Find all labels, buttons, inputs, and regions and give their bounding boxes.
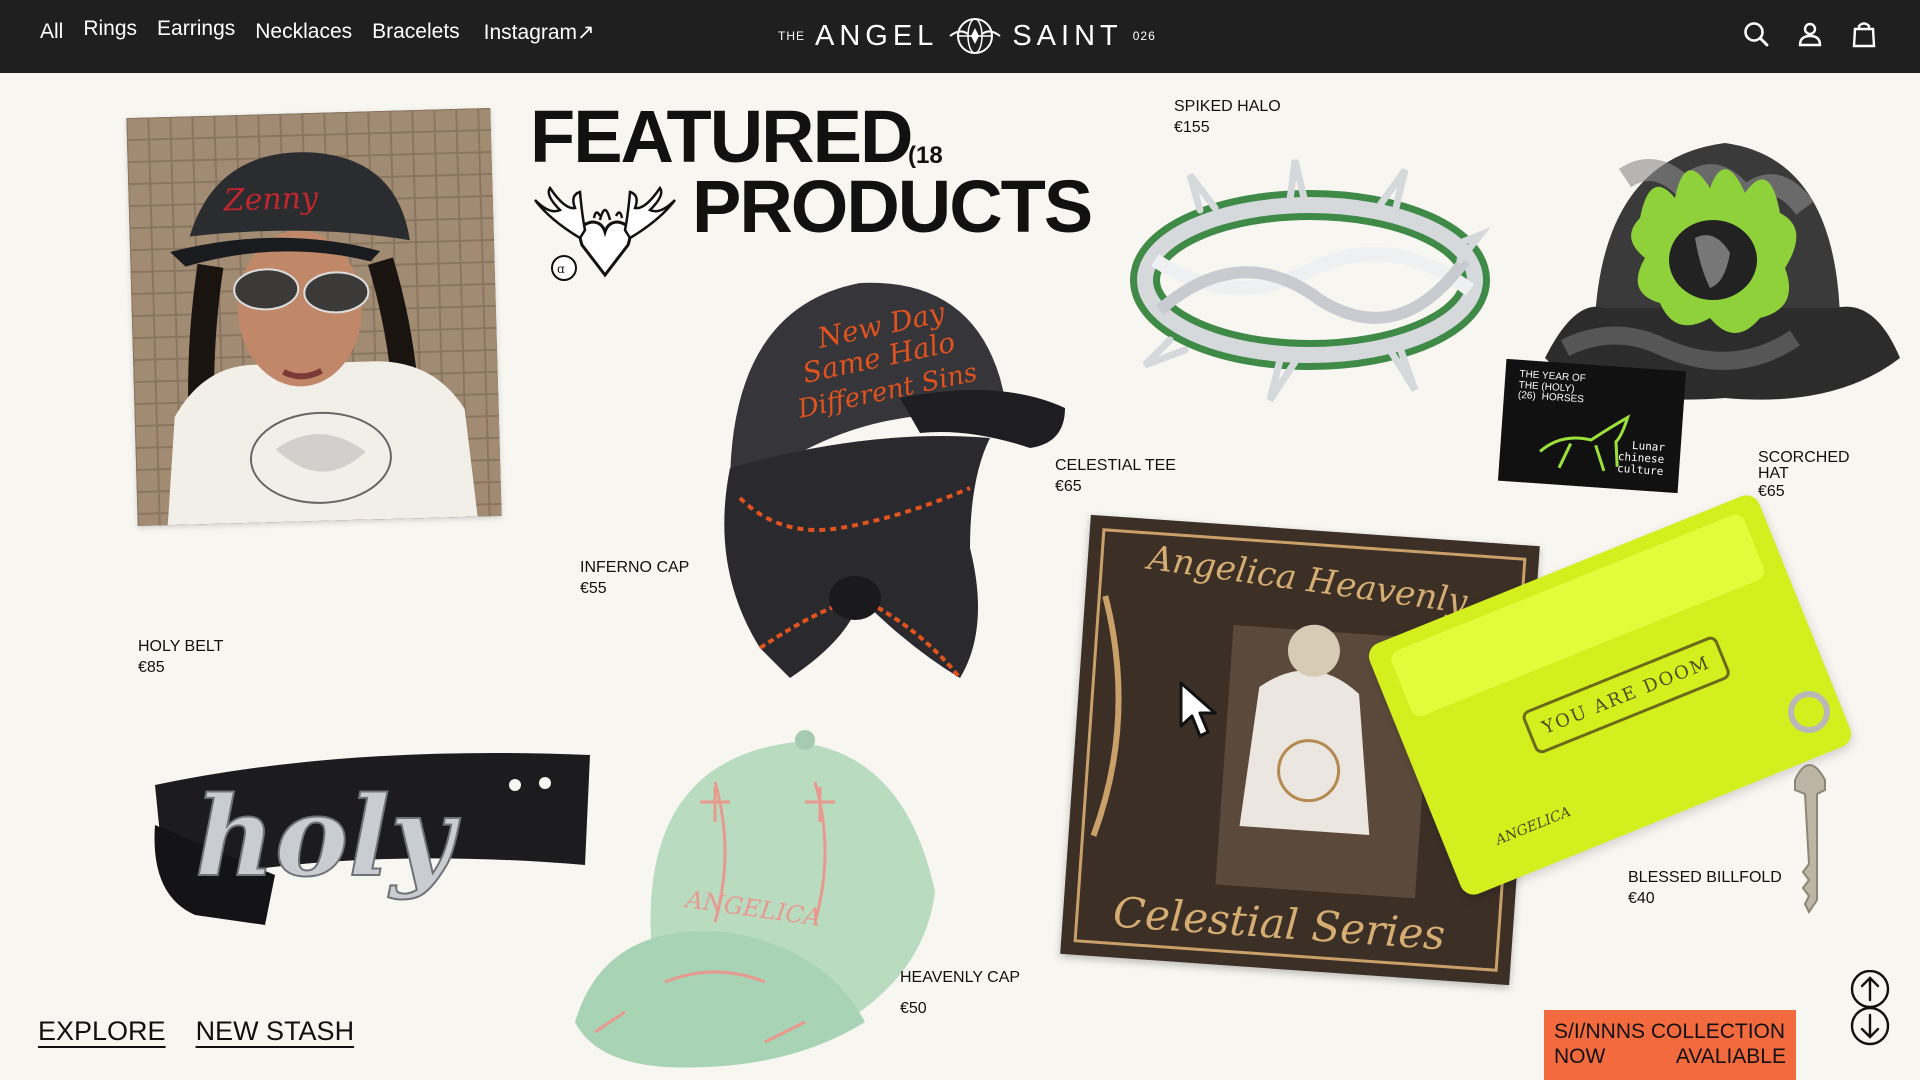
banner-line2b: AVALIABLE (1675, 1045, 1786, 1069)
brand-prefix: THE (778, 29, 805, 43)
product-price: €85 (138, 658, 165, 676)
product-name: HEAVENLY CAP (900, 969, 1021, 986)
product-name: BLESSED BILLFOLD (1628, 869, 1782, 886)
collection-banner[interactable]: S/I/NNNS COLLECTION NOW AVALIABLE (1544, 1010, 1796, 1080)
brand-suffix: 026 (1132, 29, 1156, 43)
product-price: €65 (1758, 483, 1785, 500)
product-name: INFERNO CAP (580, 559, 690, 576)
top-nav: All Rings Earrings Necklaces Bracelets I… (0, 0, 1920, 73)
scroll-controls (1850, 970, 1890, 1046)
bag-icon[interactable] (1850, 20, 1878, 48)
product-inferno-cap[interactable]: INFERNO CAP €55 (580, 558, 689, 600)
nav-link-instagram[interactable]: Instagram↗ (484, 20, 595, 45)
holy-belt-image[interactable]: holy (145, 725, 595, 930)
nav-links: All Rings Earrings Necklaces Bracelets I… (40, 17, 595, 45)
product-price: €65 (1055, 477, 1082, 495)
scroll-down-icon[interactable] (1850, 1006, 1890, 1046)
product-holy-belt[interactable]: HOLY BELT €85 (138, 637, 223, 679)
nav-link-necklaces[interactable]: Necklaces (255, 20, 352, 45)
product-name: HOLY BELT (138, 638, 224, 655)
featured-headline: FEATURED (18 ɑ PRODUCTS (530, 95, 1110, 281)
nav-link-bracelets[interactable]: Bracelets (372, 20, 460, 45)
product-name: CELESTIAL TEE (1055, 457, 1176, 474)
globe-icon (949, 18, 1001, 54)
banner-line2a: NOW (1554, 1045, 1606, 1069)
brand-left: ANGEL (815, 19, 939, 52)
photo-cap-text: Zenny (222, 181, 319, 219)
headline-line1: FEATURED (530, 95, 913, 178)
horse-card-image[interactable]: THE YEAR OF THE (HOLY) (26) HORSES Lunar … (1497, 358, 1687, 494)
inferno-cap-image[interactable]: New Day Same Halo Different Sins (670, 268, 1070, 698)
model-photo[interactable]: Zenny (126, 107, 502, 527)
nav-link-all[interactable]: All (40, 20, 63, 45)
brand-right: SAINT (1012, 19, 1123, 52)
scroll-up-icon[interactable] (1850, 970, 1890, 1009)
banner-line1: S/I/NNNS COLLECTION (1554, 1020, 1786, 1043)
explore-link[interactable]: EXPLORE (38, 1016, 166, 1047)
key-icon (1788, 691, 1830, 914)
search-icon[interactable] (1742, 20, 1770, 48)
nav-link-rings[interactable]: Rings (83, 17, 137, 42)
product-price: €155 (1174, 118, 1210, 136)
product-heavenly-cap[interactable]: HEAVENLY CAP €50 (900, 968, 1020, 1020)
product-name: SPIKED HALO (1174, 98, 1281, 115)
product-blessed-billfold[interactable]: BLESSED BILLFOLD €40 (1628, 868, 1782, 910)
new-stash-link[interactable]: NEW STASH (196, 1016, 355, 1047)
spiked-halo-image[interactable] (1130, 150, 1490, 410)
brand-logo[interactable]: THE ANGEL SAINT 026 (778, 14, 1156, 58)
product-price: €55 (580, 579, 607, 597)
svg-text:ɑ: ɑ (557, 262, 565, 276)
model-photo-art: Zenny (126, 107, 502, 527)
winged-heart-icon: ɑ (534, 185, 676, 281)
product-price: €40 (1628, 889, 1655, 907)
heavenly-cap-image[interactable]: ANGELICA (565, 722, 945, 1072)
account-icon[interactable] (1796, 20, 1824, 48)
product-name: SCORCHED HAT (1758, 449, 1850, 482)
product-price: €50 (900, 999, 927, 1017)
nav-icons (1742, 20, 1878, 48)
nav-link-earrings[interactable]: Earrings (157, 17, 235, 42)
product-spiked-halo[interactable]: SPIKED HALO €155 (1174, 97, 1281, 139)
headline-line2: PRODUCTS (692, 165, 1093, 248)
mouse-pointer-icon (1179, 681, 1217, 738)
product-scorched-hat[interactable]: SCORCHED HAT €65 (1758, 450, 1868, 503)
belt-buckle-text: holy (195, 772, 461, 901)
bottom-links: EXPLORE NEW STASH (38, 1016, 354, 1047)
product-celestial-tee[interactable]: CELESTIAL TEE €65 (1055, 456, 1176, 498)
wallet-logo-text: ANGELICA (1493, 803, 1574, 849)
